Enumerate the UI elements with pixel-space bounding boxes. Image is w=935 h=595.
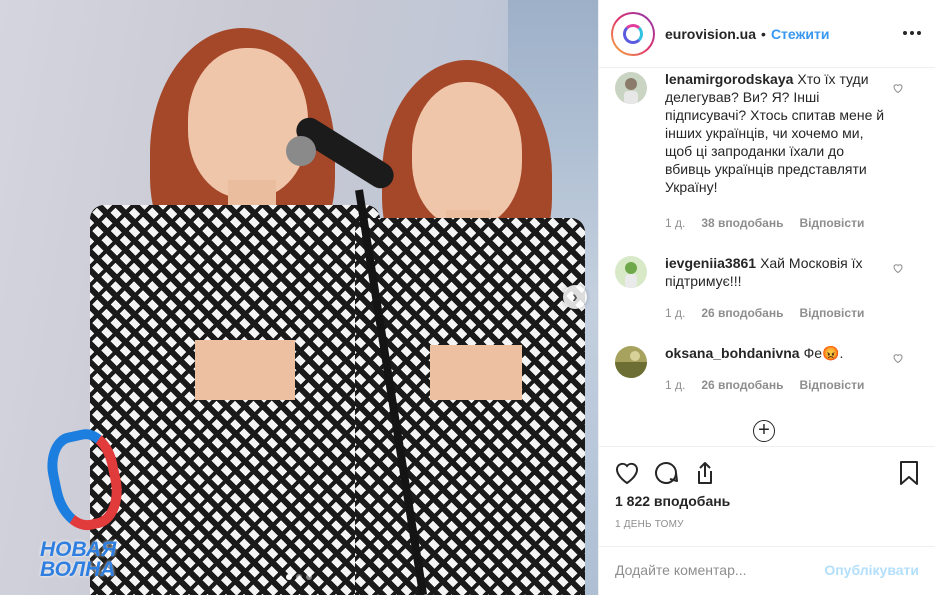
comment-text: Хто їх туди делегував? Ви? Я? Інші підпи… <box>665 71 885 195</box>
post-timestamp[interactable]: 1 ДЕНЬ ТОМУ <box>615 519 684 530</box>
account-avatar[interactable] <box>611 11 655 56</box>
comment-meta: 1 д. 38 вподобань Відповісти <box>665 216 880 230</box>
carousel-dot <box>306 574 312 580</box>
comment-time[interactable]: 1 д. <box>665 216 685 230</box>
comment-username[interactable]: lenamirgorodskaya <box>665 71 793 87</box>
more-options-icon[interactable] <box>902 24 922 36</box>
novaya-volna-emblem <box>40 423 130 537</box>
commenter-avatar[interactable] <box>615 256 647 288</box>
comment-body: lenamirgorodskaya Хто їх туди делегував? … <box>665 70 889 196</box>
follow-button[interactable]: Стежити <box>771 26 830 42</box>
commenter-avatar[interactable] <box>615 72 647 104</box>
header-separator: • <box>761 25 766 42</box>
carousel-dot <box>286 574 292 580</box>
account-avatar-image <box>613 13 653 54</box>
microphone-head <box>286 136 316 166</box>
comment-username[interactable]: ievgeniia3861 <box>665 255 756 271</box>
comment-input[interactable]: Додайте коментар... <box>615 562 747 578</box>
comment-username[interactable]: oksana_bohdanivna <box>665 345 800 361</box>
publish-button[interactable]: Опублікувати <box>824 562 919 578</box>
commenter-avatar[interactable] <box>615 346 647 378</box>
novaya-volna-logo: НОВАЯ ВОЛНА <box>36 423 136 581</box>
comment-likes[interactable]: 26 вподобань <box>701 378 783 392</box>
comment-reply-button[interactable]: Відповісти <box>799 378 864 392</box>
carousel-next-button[interactable]: › <box>563 285 587 309</box>
comment-icon[interactable] <box>652 459 680 487</box>
post-header: eurovision.ua • Стежити <box>599 0 935 68</box>
comment-likes[interactable]: 38 вподобань <box>701 216 783 230</box>
account-username[interactable]: eurovision.ua <box>665 26 756 42</box>
comment-text: Фе😡. <box>803 345 844 361</box>
load-more-comments-button[interactable]: + <box>753 420 775 442</box>
share-icon[interactable] <box>691 459 719 487</box>
post-actions: 1 822 вподобань 1 ДЕНЬ ТОМУ <box>599 446 935 546</box>
comment-reply-button[interactable]: Відповісти <box>799 216 864 230</box>
post-photo[interactable]: НОВАЯ ВОЛНА › <box>0 0 598 595</box>
carousel-dot <box>296 574 302 580</box>
comment-time[interactable]: 1 д. <box>665 306 685 320</box>
add-comment-bar: Додайте коментар... Опублікувати <box>599 546 935 595</box>
comment-like-icon[interactable] <box>892 82 904 94</box>
comment-meta: 1 д. 26 вподобань Відповісти <box>665 378 880 392</box>
comment-likes[interactable]: 26 вподобань <box>701 306 783 320</box>
comment-like-icon[interactable] <box>892 262 904 274</box>
comment-time[interactable]: 1 д. <box>665 378 685 392</box>
instagram-post-modal: НОВАЯ ВОЛНА › eurovision.ua • Стежити le… <box>0 0 935 595</box>
comment-meta: 1 д. 26 вподобань Відповісти <box>665 306 880 320</box>
eurovision-ua-logo-icon <box>623 23 643 44</box>
comment-body: ievgeniia3861 Хай Московія їх підтримує!!… <box>665 254 889 290</box>
post-side-panel: eurovision.ua • Стежити lenamirgorodskay… <box>598 0 935 595</box>
carousel-dots <box>0 574 598 580</box>
bookmark-icon[interactable] <box>895 459 923 487</box>
comment-body: oksana_bohdanivna Фе😡. <box>665 344 889 362</box>
comments-list[interactable]: lenamirgorodskaya Хто їх туди делегував? … <box>599 68 935 446</box>
heart-icon[interactable] <box>613 459 641 487</box>
post-likes-count[interactable]: 1 822 вподобань <box>615 493 730 509</box>
comment-reply-button[interactable]: Відповісти <box>799 306 864 320</box>
comment-like-icon[interactable] <box>892 352 904 364</box>
